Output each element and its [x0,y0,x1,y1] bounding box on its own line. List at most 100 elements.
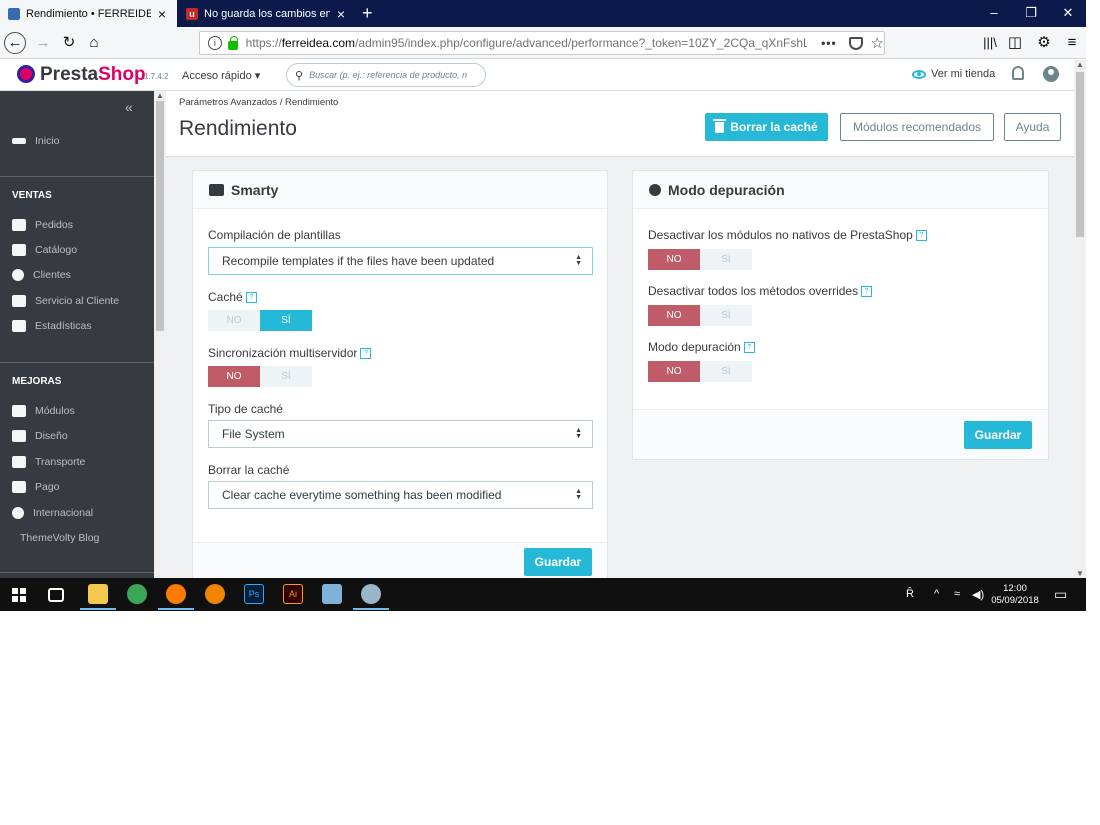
switch-si[interactable]: SÍ [700,305,752,326]
smarty-save-button[interactable]: Guardar [524,548,592,576]
switch-no[interactable]: NO [208,366,260,387]
page-scrollbar[interactable]: ▲ ▼ [1074,60,1086,578]
breadcrumb-parent[interactable]: Parámetros Avanzados [179,97,277,108]
debug-mode-label-text: Modo depuración [648,340,741,354]
home-icon[interactable]: ⌂ [84,33,104,53]
disable-modules-switch[interactable]: NO SÍ [648,249,752,270]
tab-title: No guarda los cambios en Cate [204,7,330,20]
sidebar-item-servicio-cliente[interactable]: Servicio al Cliente [12,295,119,307]
extension-icon[interactable]: ⚙ [1034,33,1054,53]
task-view-icon[interactable] [48,588,64,602]
windows-start-icon[interactable] [12,588,26,602]
sidebar-item-transporte[interactable]: Transporte [12,456,85,468]
switch-si[interactable]: SÍ [260,310,312,331]
recommended-modules-button[interactable]: Módulos recomendados [840,113,994,141]
sidebar-item-diseno[interactable]: Diseño [12,430,68,442]
file-explorer-icon[interactable] [88,584,108,604]
switch-si[interactable]: SÍ [700,249,752,270]
show-hidden-icons-icon[interactable]: ^ [934,588,939,600]
brand-name[interactable]: PrestaShop [40,64,146,86]
switch-no[interactable]: NO [208,310,260,331]
clear-cache-select[interactable]: Clear cache everytime something has been… [208,481,593,509]
switch-no[interactable]: NO [648,305,700,326]
debug-panel: Modo depuración Desactivar los módulos n… [632,170,1049,460]
switch-si[interactable]: SÍ [260,366,312,387]
scroll-down-arrow-icon[interactable]: ▼ [1076,569,1084,578]
taskbar-clock[interactable]: 12:00 05/09/2018 [988,583,1042,607]
cache-label: Caché? [208,290,257,304]
sidebar-item-clientes[interactable]: Clientes [12,269,71,281]
action-center-icon[interactable]: ▭ [1054,586,1067,603]
debug-mode-switch[interactable]: NO SÍ [648,361,752,382]
maximize-button[interactable]: ❐ [1021,5,1041,21]
menu-icon[interactable]: ≡ [1062,33,1082,53]
url-text[interactable]: https://ferreidea.com/admin95/index.php/… [246,36,807,50]
avast-icon[interactable] [205,584,225,604]
firefox-icon[interactable] [166,584,186,604]
paint-icon[interactable] [361,584,381,604]
view-store-link[interactable]: Ver mi tienda [912,68,995,80]
help-icon[interactable]: ? [861,286,873,298]
multiserver-switch[interactable]: NO SÍ [208,366,312,387]
chrome-icon[interactable] [127,584,147,604]
sidebar-item-catalogo[interactable]: Catálogo [12,244,77,256]
collapse-sidebar-icon[interactable]: « [125,99,133,115]
bookmark-star-icon[interactable]: ☆ [871,34,884,52]
volume-icon[interactable]: ◀) [972,588,984,601]
help-button[interactable]: Ayuda [1004,113,1061,141]
user-avatar-icon[interactable] [1043,66,1059,82]
people-icon[interactable]: Ȓ [906,588,914,600]
help-icon[interactable]: ? [360,348,372,360]
photoshop-icon[interactable]: Ps [244,584,264,604]
help-icon[interactable]: ? [743,342,755,354]
help-icon[interactable]: ? [915,230,927,242]
prestashop-logo-icon[interactable] [17,65,35,83]
cache-switch[interactable]: NO SÍ [208,310,312,331]
disable-overrides-switch[interactable]: NO SÍ [648,305,752,326]
sidebar-scrollbar[interactable]: ▲ [154,91,166,578]
scrollbar-thumb[interactable] [156,101,164,331]
clock-time: 12:00 [1003,583,1027,594]
help-icon[interactable]: ? [245,292,257,304]
sidebar-item-estadisticas[interactable]: Estadísticas [12,320,92,332]
url-bar[interactable]: i https://ferreidea.com/admin95/index.ph… [199,31,885,55]
sidebar-item-internacional[interactable]: Internacional [12,507,93,519]
forward-arrow-icon[interactable]: → [33,33,53,53]
library-icon[interactable]: |||\ [980,33,1000,53]
quick-access-dropdown[interactable]: Acceso rápido ▾ [182,69,260,82]
scroll-up-arrow-icon[interactable]: ▲ [156,91,164,100]
template-compilation-select[interactable]: Recompile templates if the files have be… [208,247,593,275]
tab-close-icon[interactable]: × [334,7,348,21]
cache-type-select[interactable]: File System ▲ ▼ [208,420,593,448]
notepad-icon[interactable] [322,584,342,604]
sidebar-item-modulos[interactable]: Módulos [12,405,75,417]
sidebar-item-pedidos[interactable]: Pedidos [12,219,73,231]
tab-close-icon[interactable]: × [155,7,169,21]
page-actions-button[interactable]: ••• [821,36,837,50]
scrollbar-thumb[interactable] [1076,72,1084,237]
reload-icon[interactable]: ↻ [59,33,79,53]
debug-save-button[interactable]: Guardar [964,421,1032,449]
new-tab-button[interactable]: + [362,3,373,23]
close-window-button[interactable]: ✕ [1058,5,1078,21]
minimize-button[interactable]: – [984,5,1004,20]
pocket-icon[interactable] [848,36,863,50]
sidebar-item-pago[interactable]: Pago [12,481,60,493]
switch-no[interactable]: NO [648,361,700,382]
site-info-icon[interactable]: i [208,36,222,50]
scroll-up-arrow-icon[interactable]: ▲ [1076,60,1084,69]
panel-title: Smarty [231,181,279,198]
tab-no-guarda[interactable]: u No guarda los cambios en Cate × [178,0,356,27]
wifi-icon[interactable]: ≈ [954,588,960,600]
sidebar-toggle-icon[interactable]: ◫ [1005,33,1025,53]
sidebar-item-inicio[interactable]: Inicio [12,135,60,147]
notifications-bell-icon[interactable] [1012,66,1024,80]
back-arrow-icon[interactable]: ← [4,32,26,54]
clear-cache-button[interactable]: Borrar la caché [705,113,828,141]
search-input[interactable]: ⚲ Buscar (p. ej.: referencia de producto… [286,63,486,87]
switch-si[interactable]: SÍ [700,361,752,382]
sidebar-item-themevolty[interactable]: ThemeVolty Blog [20,532,99,544]
illustrator-icon[interactable]: Ai [283,584,303,604]
tab-rendimiento[interactable]: Rendimiento • FERREIDEA × [0,0,177,27]
switch-no[interactable]: NO [648,249,700,270]
